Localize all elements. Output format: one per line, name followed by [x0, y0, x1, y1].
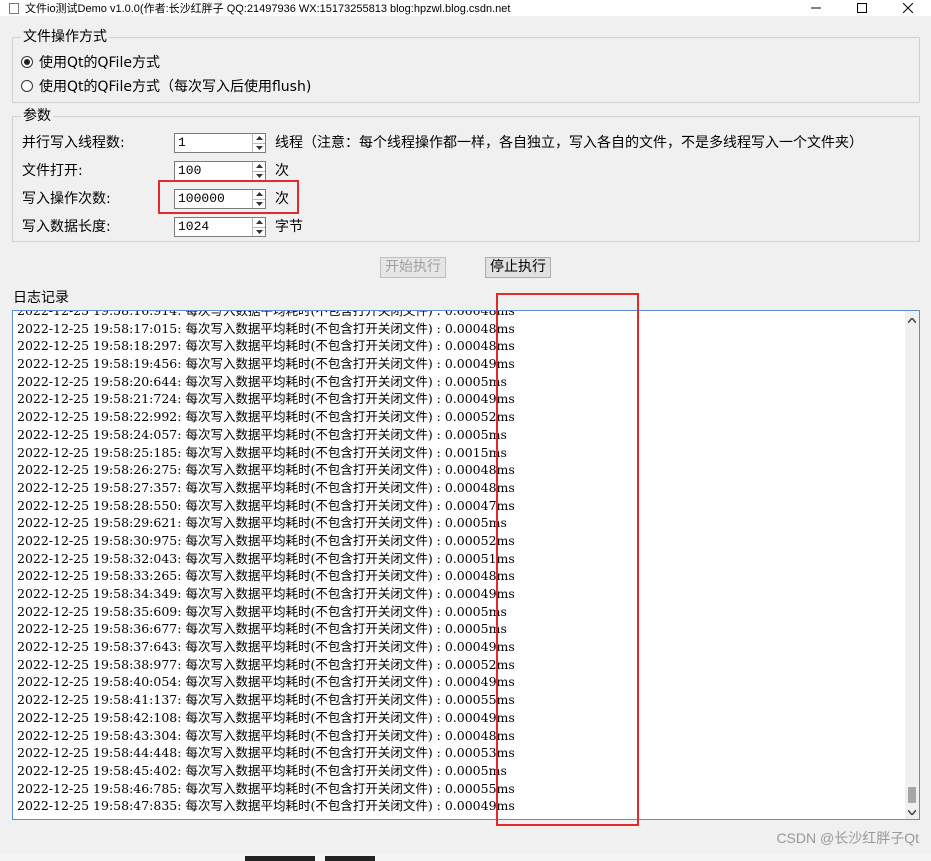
close-icon[interactable]	[885, 0, 931, 16]
log-line: 2022-12-25 19:58:26:275: 每次写入数据平均耗时(不包含打…	[17, 462, 515, 478]
spin-down-icon[interactable]	[253, 226, 265, 237]
log-line: 2022-12-25 19:58:30:975: 每次写入数据平均耗时(不包含打…	[17, 532, 515, 548]
start-button[interactable]: 开始执行	[380, 257, 446, 278]
log-line: 2022-12-25 19:58:18:297: 每次写入数据平均耗时(不包含打…	[17, 338, 515, 354]
log-lines: 2022-12-25 19:58:16:914: 每次写入数据平均耗时(不包含打…	[17, 310, 515, 815]
scroll-down-icon[interactable]	[905, 805, 919, 819]
thread-count-value[interactable]: 1	[175, 134, 252, 152]
scroll-up-icon[interactable]	[905, 313, 919, 327]
log-line: 2022-12-25 19:58:37:643: 每次写入数据平均耗时(不包含打…	[17, 639, 515, 655]
log-line: 2022-12-25 19:58:43:304: 每次写入数据平均耗时(不包含打…	[17, 727, 515, 743]
log-scrollbar[interactable]	[905, 311, 919, 819]
stop-button[interactable]: 停止执行	[485, 257, 551, 278]
log-line: 2022-12-25 19:58:19:456: 每次写入数据平均耗时(不包含打…	[17, 356, 515, 372]
spin-up-icon[interactable]	[253, 218, 265, 227]
thread-count-label: 并行写入线程数:	[22, 135, 125, 151]
spin-up-icon[interactable]	[253, 134, 265, 143]
log-line: 2022-12-25 19:58:35:609: 每次写入数据平均耗时(不包含打…	[17, 603, 507, 619]
data-length-value[interactable]: 1024	[175, 218, 252, 236]
log-line: 2022-12-25 19:58:16:914: 每次写入数据平均耗时(不包含打…	[17, 310, 515, 318]
log-line: 2022-12-25 19:58:33:265: 每次写入数据平均耗时(不包含打…	[17, 568, 515, 584]
file-open-label: 文件打开:	[22, 163, 83, 179]
log-line: 2022-12-25 19:58:28:550: 每次写入数据平均耗时(不包含打…	[17, 497, 515, 513]
timing-column-highlight	[496, 293, 639, 826]
log-line: 2022-12-25 19:58:24:057: 每次写入数据平均耗时(不包含打…	[17, 426, 507, 442]
log-line: 2022-12-25 19:58:42:108: 每次写入数据平均耗时(不包含打…	[17, 709, 515, 725]
data-length-spinbox[interactable]: 1024	[174, 217, 266, 237]
csdn-watermark: CSDN @长沙红胖子Qt	[776, 830, 919, 846]
window-title: 文件io测试Demo v1.0.0(作者:长沙红胖子 QQ:21497936 W…	[25, 3, 511, 15]
spin-up-icon[interactable]	[253, 162, 265, 171]
params-group-title: 参数	[21, 107, 53, 125]
file-mode-group: 文件操作方式 使用Qt的QFile方式 使用Qt的QFile方式（每次写入后使用…	[12, 28, 920, 103]
log-line: 2022-12-25 19:58:29:621: 每次写入数据平均耗时(不包含打…	[17, 515, 507, 531]
log-line: 2022-12-25 19:58:38:977: 每次写入数据平均耗时(不包含打…	[17, 656, 515, 672]
thread-count-spinbox[interactable]: 1	[174, 133, 266, 153]
data-length-label: 写入数据长度:	[22, 219, 111, 235]
log-textarea[interactable]: 2022-12-25 19:58:16:914: 每次写入数据平均耗时(不包含打…	[12, 310, 920, 820]
window-controls	[793, 0, 931, 16]
title-bar: 文件io测试Demo v1.0.0(作者:长沙红胖子 QQ:21497936 W…	[0, 0, 931, 16]
log-line: 2022-12-25 19:58:20:644: 每次写入数据平均耗时(不包含打…	[17, 373, 507, 389]
radio-qfile-label: 使用Qt的QFile方式	[39, 55, 160, 71]
taskbar-strip	[0, 853, 931, 861]
radio-qfile-indicator[interactable]	[21, 56, 33, 68]
log-line: 2022-12-25 19:58:45:402: 每次写入数据平均耗时(不包含打…	[17, 762, 507, 778]
minimize-icon[interactable]	[793, 0, 839, 16]
log-line: 2022-12-25 19:58:22:992: 每次写入数据平均耗时(不包含打…	[17, 409, 515, 425]
log-label: 日志记录	[13, 290, 69, 306]
log-line: 2022-12-25 19:58:32:043: 每次写入数据平均耗时(不包含打…	[17, 550, 515, 566]
log-line: 2022-12-25 19:58:36:677: 每次写入数据平均耗时(不包含打…	[17, 621, 507, 637]
log-line: 2022-12-25 19:58:44:448: 每次写入数据平均耗时(不包含打…	[17, 745, 515, 761]
spin-down-icon[interactable]	[253, 142, 265, 153]
log-line: 2022-12-25 19:58:34:349: 每次写入数据平均耗时(不包含打…	[17, 586, 515, 601]
radio-qfile-flush-indicator[interactable]	[21, 80, 33, 92]
thread-count-unit: 线程（注意：每个线程操作都一样，各自独立，写入各自的文件，不是多线程写入一个文件…	[275, 135, 863, 151]
maximize-icon[interactable]	[839, 0, 885, 16]
log-line: 2022-12-25 19:58:40:054: 每次写入数据平均耗时(不包含打…	[17, 674, 515, 690]
scroll-thumb[interactable]	[908, 787, 916, 803]
file-open-unit: 次	[275, 163, 289, 179]
log-line: 2022-12-25 19:58:41:137: 每次写入数据平均耗时(不包含打…	[17, 692, 515, 708]
file-open-spinbox[interactable]: 100	[174, 161, 266, 181]
data-length-unit: 字节	[275, 219, 303, 235]
log-line: 2022-12-25 19:58:47:835: 每次写入数据平均耗时(不包含打…	[17, 798, 515, 814]
write-count-highlight	[158, 180, 299, 214]
write-count-label: 写入操作次数:	[22, 191, 111, 207]
log-line: 2022-12-25 19:58:17:015: 每次写入数据平均耗时(不包含打…	[17, 320, 515, 336]
log-line: 2022-12-25 19:58:25:185: 每次写入数据平均耗时(不包含打…	[17, 444, 507, 460]
log-line: 2022-12-25 19:58:21:724: 每次写入数据平均耗时(不包含打…	[17, 391, 515, 407]
file-mode-group-title: 文件操作方式	[21, 28, 109, 46]
log-line: 2022-12-25 19:58:27:357: 每次写入数据平均耗时(不包含打…	[17, 479, 515, 495]
params-group: 参数 并行写入线程数: 1 线程（注意：每个线程操作都一样，各自独立，写入各自的…	[12, 107, 920, 242]
file-open-value[interactable]: 100	[175, 162, 252, 180]
radio-qfile-flush[interactable]: 使用Qt的QFile方式（每次写入后使用flush)	[21, 76, 311, 96]
log-line: 2022-12-25 19:58:46:785: 每次写入数据平均耗时(不包含打…	[17, 780, 515, 796]
app-icon	[9, 2, 19, 14]
spin-down-icon[interactable]	[253, 170, 265, 181]
radio-qfile-flush-label: 使用Qt的QFile方式（每次写入后使用flush)	[39, 79, 312, 95]
radio-qfile[interactable]: 使用Qt的QFile方式	[21, 52, 160, 72]
